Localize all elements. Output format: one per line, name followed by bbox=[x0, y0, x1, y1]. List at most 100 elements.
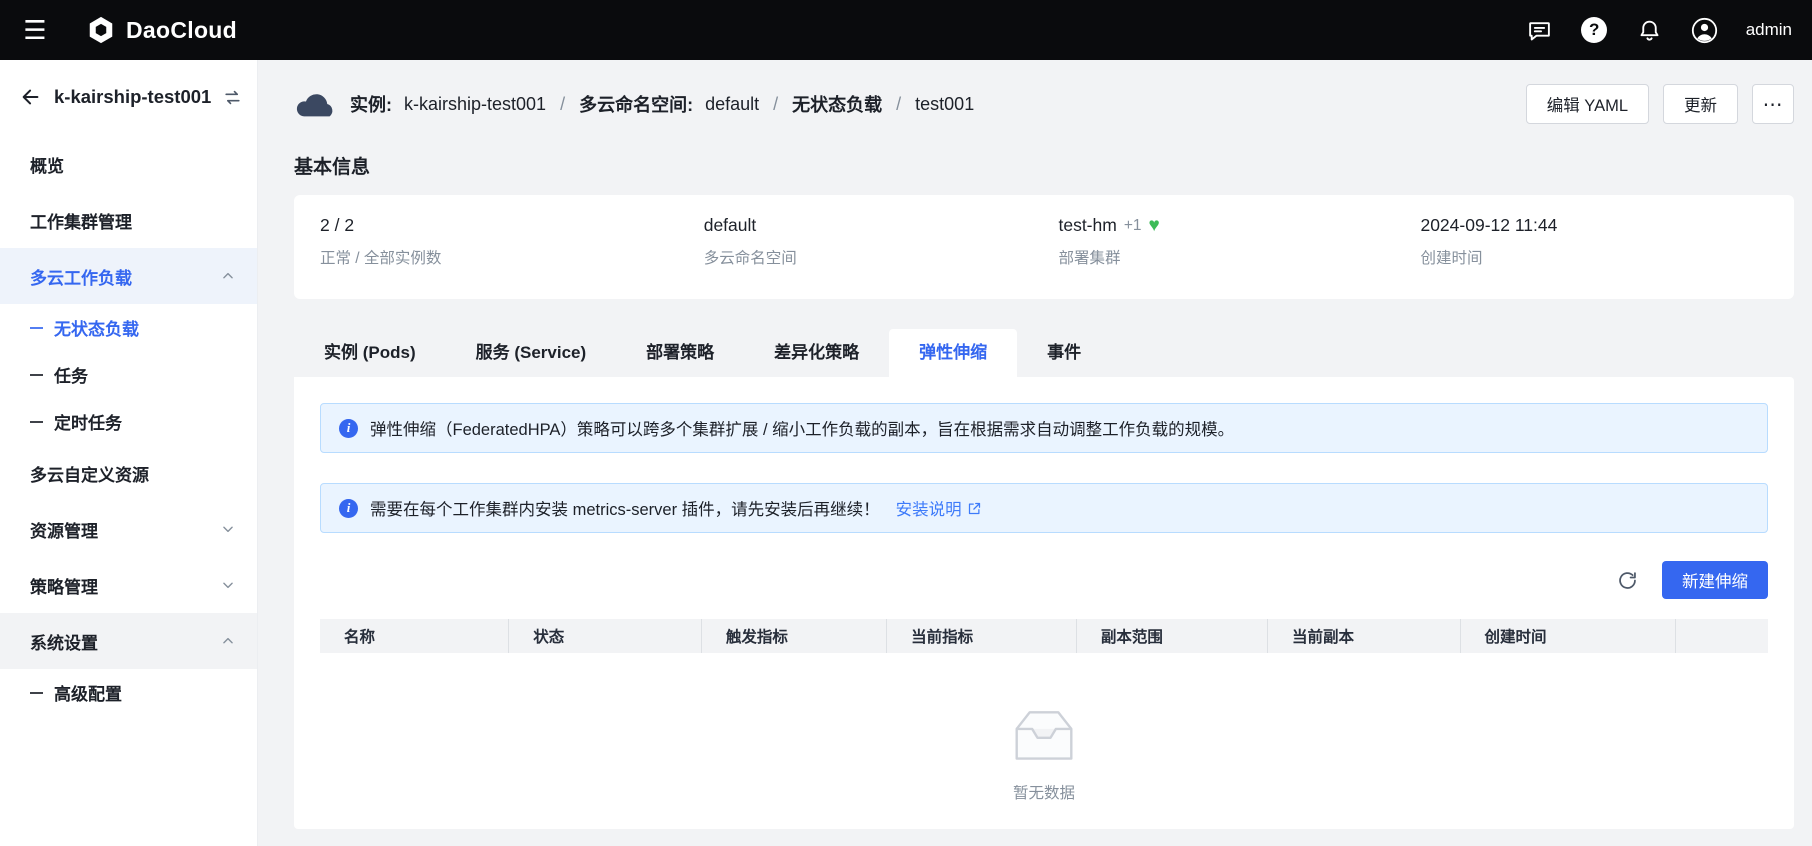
hamburger-menu-icon[interactable]: ☰ bbox=[20, 15, 50, 46]
breadcrumb-namespace-label: 多云命名空间: bbox=[579, 95, 694, 115]
sidebar-item-overview[interactable]: 概览 bbox=[0, 136, 257, 192]
cluster-name: k-kairship-test001 bbox=[54, 86, 212, 107]
breadcrumb-workload-type[interactable]: 无状态负载 bbox=[792, 91, 882, 117]
stat-value: default bbox=[703, 215, 757, 235]
sidebar-item-deployments[interactable]: 无状态负载 bbox=[0, 304, 257, 351]
hpa-info-alert: i 弹性伸缩（FederatedHPA）策略可以跨多个集群扩展 / 缩小工作负载… bbox=[320, 403, 1768, 453]
cluster-chip: test-hm bbox=[1058, 215, 1117, 235]
sidebar-item-label: 多云自定义资源 bbox=[30, 465, 149, 485]
basic-info-title: 基本信息 bbox=[294, 157, 371, 178]
stat-clusters: test-hm +1 ♥ 部署集群 bbox=[1058, 215, 1420, 279]
sidebar-item-label: 多云工作负载 bbox=[30, 268, 132, 288]
breadcrumb-separator: / bbox=[560, 93, 566, 114]
cluster-extra-count[interactable]: +1 bbox=[1124, 217, 1142, 235]
empty-state: 暂无数据 bbox=[320, 705, 1768, 803]
sidebar-item-jobs[interactable]: 任务 bbox=[0, 351, 257, 398]
header-cell-actions bbox=[1675, 619, 1768, 653]
sidebar-item-label: 定时任务 bbox=[54, 414, 122, 433]
sidebar-group-multicloud-workloads[interactable]: 多云工作负载 bbox=[0, 248, 257, 304]
back-button[interactable] bbox=[20, 86, 42, 108]
page-header: 实例: k-kairship-test001 / 多云命名空间: default… bbox=[294, 80, 1794, 128]
refresh-button[interactable] bbox=[1617, 570, 1638, 591]
stat-value: 2024-09-12 11:44 bbox=[1420, 215, 1558, 235]
header-cell-replica-range: 副本范围 bbox=[1075, 619, 1267, 653]
tab-deploy-policy[interactable]: 部署策略 bbox=[616, 329, 744, 377]
sidebar-group-policy-management[interactable]: 策略管理 bbox=[0, 557, 257, 613]
breadcrumb-instance-value[interactable]: k-kairship-test001 bbox=[404, 94, 546, 115]
daocloud-logo-icon bbox=[86, 15, 116, 45]
bell-icon[interactable] bbox=[1636, 17, 1663, 44]
cloud-icon bbox=[294, 88, 338, 120]
brand-name: DaoCloud bbox=[126, 16, 237, 43]
update-button[interactable]: 更新 bbox=[1663, 84, 1738, 124]
sidebar-menu: 概览 工作集群管理 多云工作负载 无状态负载 任务 定时任务 多云自定义资源 资… bbox=[0, 128, 257, 716]
stat-value: 2 / 2 bbox=[320, 215, 355, 235]
refresh-icon bbox=[1619, 571, 1636, 589]
tab-pods[interactable]: 实例 (Pods) bbox=[294, 329, 446, 377]
info-icon: i bbox=[339, 498, 358, 518]
app-topbar: ☰ DaoCloud ? admin bbox=[0, 0, 1812, 60]
install-docs-link[interactable]: 安装说明 bbox=[896, 496, 982, 520]
header-cell-created-at: 创建时间 bbox=[1459, 619, 1676, 653]
sidebar-header: k-kairship-test001 bbox=[0, 60, 257, 128]
hpa-table-header: 名称 状态 触发指标 当前指标 副本范围 当前副本 创建时间 bbox=[320, 619, 1768, 653]
edit-yaml-button[interactable]: 编辑 YAML bbox=[1525, 84, 1649, 124]
back-arrow-icon bbox=[22, 89, 39, 105]
sidebar-item-label: 任务 bbox=[54, 367, 88, 386]
brand-logo[interactable]: DaoCloud bbox=[86, 15, 237, 45]
sidebar-item-cronjobs[interactable]: 定时任务 bbox=[0, 398, 257, 445]
stat-label: 部署集群 bbox=[1058, 250, 1121, 267]
chevron-down-icon bbox=[221, 578, 235, 592]
sidebar-item-label: 高级配置 bbox=[54, 685, 122, 704]
sidebar-group-resource-management[interactable]: 资源管理 bbox=[0, 501, 257, 557]
stat-label: 正常 / 全部实例数 bbox=[320, 250, 442, 267]
tab-service[interactable]: 服务 (Service) bbox=[446, 329, 617, 377]
sidebar-item-worker-clusters[interactable]: 工作集群管理 bbox=[0, 192, 257, 248]
stat-instances: 2 / 2 正常 / 全部实例数 bbox=[320, 215, 704, 279]
tab-hpa[interactable]: 弹性伸缩 bbox=[889, 329, 1018, 377]
header-cell-trigger-metric: 触发指标 bbox=[700, 619, 886, 653]
create-hpa-button[interactable]: 新建伸缩 bbox=[1662, 561, 1768, 599]
basic-info-card: 2 / 2 正常 / 全部实例数 default 多云命名空间 test-hm … bbox=[294, 195, 1794, 299]
header-actions: 编辑 YAML 更新 ⋯ bbox=[1525, 84, 1794, 124]
sub-item-dash bbox=[30, 373, 43, 376]
stat-label: 创建时间 bbox=[1420, 250, 1483, 267]
help-icon[interactable]: ? bbox=[1581, 17, 1608, 44]
sub-item-dash bbox=[30, 420, 43, 423]
more-actions-button[interactable]: ⋯ bbox=[1752, 84, 1794, 124]
avatar[interactable] bbox=[1691, 17, 1718, 44]
sub-item-dash bbox=[30, 326, 43, 329]
sidebar-item-advanced-config[interactable]: 高级配置 bbox=[0, 669, 257, 716]
sidebar-group-system-settings[interactable]: 系统设置 bbox=[0, 613, 257, 669]
sub-item-dash bbox=[30, 691, 43, 694]
healthy-heart-icon: ♥ bbox=[1148, 215, 1160, 236]
breadcrumb-namespace-value[interactable]: default bbox=[705, 94, 759, 115]
alert-text: 弹性伸缩（FederatedHPA）策略可以跨多个集群扩展 / 缩小工作负载的副… bbox=[370, 421, 1235, 439]
hpa-panel: i 弹性伸缩（FederatedHPA）策略可以跨多个集群扩展 / 缩小工作负载… bbox=[294, 377, 1794, 829]
chat-icon[interactable] bbox=[1526, 17, 1553, 44]
tab-events[interactable]: 事件 bbox=[1017, 329, 1111, 377]
username[interactable]: admin bbox=[1746, 20, 1792, 40]
sidebar-item-label: 资源管理 bbox=[30, 521, 98, 541]
sidebar-item-label: 策略管理 bbox=[30, 577, 98, 597]
breadcrumb-separator: / bbox=[896, 93, 902, 114]
stat-namespace: default 多云命名空间 bbox=[704, 215, 1059, 279]
switch-cluster-icon[interactable] bbox=[223, 88, 242, 107]
header-cell-status: 状态 bbox=[508, 619, 701, 653]
external-link-icon bbox=[968, 502, 980, 514]
chevron-down-icon bbox=[221, 522, 235, 536]
breadcrumb-workload-name: test001 bbox=[915, 93, 975, 114]
sidebar-item-custom-resources[interactable]: 多云自定义资源 bbox=[0, 445, 257, 501]
metrics-server-alert: i 需要在每个工作集群内安装 metrics-server 插件，请先安装后再继… bbox=[320, 483, 1768, 533]
sidebar-item-label: 概览 bbox=[30, 156, 64, 176]
tab-diff-policy[interactable]: 差异化策略 bbox=[744, 329, 889, 377]
empty-text: 暂无数据 bbox=[1012, 785, 1075, 802]
breadcrumb-instance-label: 实例: bbox=[350, 95, 392, 115]
sidebar-item-label: 工作集群管理 bbox=[30, 212, 132, 232]
sidebar: k-kairship-test001 概览 工作集群管理 多云工作负载 无状态负… bbox=[0, 60, 258, 846]
stat-label: 多云命名空间 bbox=[703, 250, 797, 267]
breadcrumb: 实例: k-kairship-test001 / 多云命名空间: default… bbox=[294, 88, 974, 120]
install-docs-link-text: 安装说明 bbox=[895, 501, 962, 519]
chevron-up-icon bbox=[221, 634, 235, 648]
header-cell-name: 名称 bbox=[344, 629, 376, 646]
